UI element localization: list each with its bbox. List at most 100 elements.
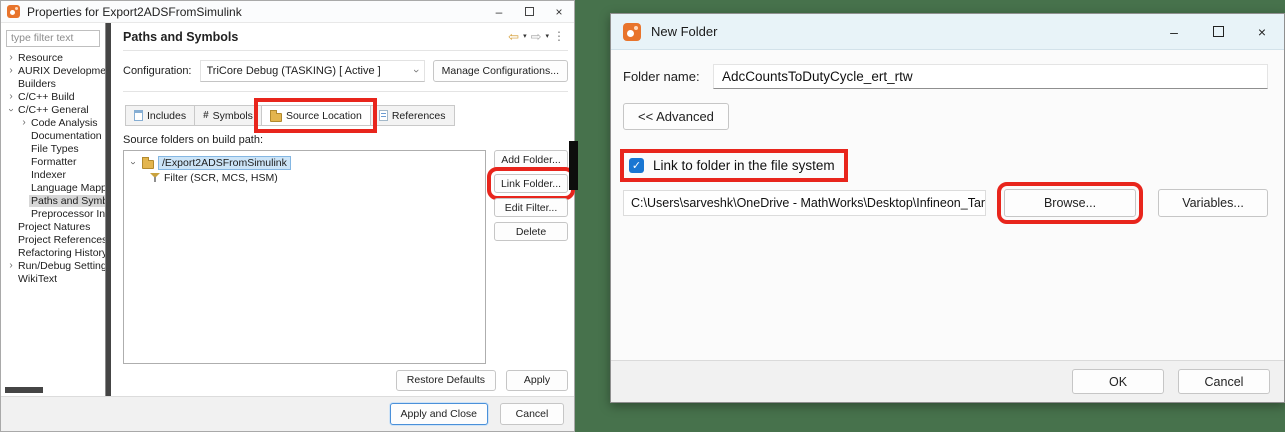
- folder-name-input[interactable]: [713, 64, 1268, 89]
- close-icon[interactable]: ×: [1240, 14, 1284, 49]
- cancel-button[interactable]: Cancel: [500, 403, 564, 425]
- maximize-icon[interactable]: [1196, 14, 1240, 49]
- tree-root-row[interactable]: /Export2ADSFromSimulink: [128, 155, 481, 170]
- browse-button[interactable]: Browse...: [1004, 189, 1136, 217]
- sidebar-item[interactable]: Project References: [6, 234, 105, 247]
- maximize-icon[interactable]: [514, 1, 544, 22]
- tab-label: Symbols: [213, 110, 253, 122]
- configuration-select[interactable]: TriCore Debug (TASKING) [ Active ] ›: [200, 60, 425, 82]
- advanced-toggle-button[interactable]: << Advanced: [623, 103, 729, 130]
- divider: [123, 91, 568, 92]
- properties-titlebar[interactable]: Properties for Export2ADSFromSimulink – …: [1, 1, 574, 23]
- tree-expanded-chevron-icon[interactable]: [128, 158, 138, 168]
- forward-icon[interactable]: ⇨: [531, 30, 542, 43]
- sidebar-item[interactable]: Builders: [6, 78, 105, 91]
- sidebar-item[interactable]: AURIX Development: [6, 65, 105, 78]
- properties-sidebar: Resource AURIX Development Builders: [1, 23, 105, 396]
- sidebar-item-label: Project Natures: [16, 221, 92, 233]
- tree-filter-row[interactable]: Filter (SCR, MCS, HSM): [128, 170, 481, 185]
- checkbox-checked-icon[interactable]: ✓: [629, 158, 644, 173]
- sidebar-item[interactable]: Preprocessor Inclu: [6, 208, 105, 221]
- source-folders-tree[interactable]: /Export2ADSFromSimulink Filter (SCR, MCS…: [123, 150, 486, 364]
- app-icon: [623, 23, 641, 41]
- symbols-tab-icon: #: [203, 110, 209, 121]
- filter-icon: [150, 172, 160, 183]
- paths-symbols-page: Paths and Symbols ⇦ ▾ ⇨ ▾ ⋮ Configuratio…: [111, 23, 574, 396]
- tree-chevron-icon: [6, 261, 16, 271]
- sidebar-item-label: File Types: [29, 143, 81, 155]
- close-icon[interactable]: ×: [544, 1, 574, 22]
- sidebar-item-label: Preprocessor Inclu: [29, 208, 105, 220]
- tree-chevron-icon: [6, 105, 16, 115]
- link-to-folder-label[interactable]: Link to folder in the file system: [653, 158, 835, 173]
- sidebar-item-label: WikiText: [16, 273, 59, 285]
- folder-name-label: Folder name:: [623, 69, 713, 84]
- folder-actions: Add Folder... Link Folder... Edit Filter…: [494, 150, 568, 364]
- sidebar-item-label: Refactoring History: [16, 247, 105, 259]
- view-menu-icon[interactable]: ⋮: [553, 30, 564, 43]
- tab-references[interactable]: References: [370, 105, 455, 126]
- delete-button[interactable]: Delete: [494, 222, 568, 241]
- tree-chevron-icon: [6, 53, 16, 63]
- sidebar-item-label: Formatter: [29, 156, 79, 168]
- sidebar-item[interactable]: Language Mappin: [6, 182, 105, 195]
- sidebar-item[interactable]: Documentation: [6, 130, 105, 143]
- ok-button[interactable]: OK: [1072, 369, 1164, 394]
- minimize-icon[interactable]: –: [484, 1, 514, 22]
- tab-bar: Includes # Symbols Source Location Refer…: [123, 96, 568, 126]
- sidebar-item[interactable]: Formatter: [6, 156, 105, 169]
- tree-chevron-icon: [6, 66, 16, 76]
- horizontal-scrollbar-thumb[interactable]: [5, 387, 43, 393]
- link-to-folder-row: ✓ Link to folder in the file system: [627, 156, 841, 175]
- folder-icon: [142, 160, 154, 169]
- edit-filter-button[interactable]: Edit Filter...: [494, 198, 568, 217]
- sidebar-item[interactable]: C/C++ Build: [6, 91, 105, 104]
- restore-defaults-button[interactable]: Restore Defaults: [396, 370, 496, 391]
- variables-button[interactable]: Variables...: [1158, 189, 1268, 217]
- tab-source-location[interactable]: Source Location: [261, 105, 370, 126]
- manage-configurations-button[interactable]: Manage Configurations...: [433, 60, 568, 82]
- sidebar-item[interactable]: Paths and Symbols: [6, 195, 105, 208]
- location-path-field[interactable]: C:\Users\sarveshk\OneDrive - MathWorks\D…: [623, 190, 986, 216]
- tab-symbols[interactable]: # Symbols: [194, 105, 261, 126]
- references-tab-icon: [379, 110, 388, 121]
- sidebar-item-label: Resource: [16, 52, 65, 64]
- sidebar-item[interactable]: WikiText: [6, 273, 105, 286]
- properties-dialog: Properties for Export2ADSFromSimulink – …: [0, 0, 575, 432]
- tree-filter-label[interactable]: Filter (SCR, MCS, HSM): [164, 172, 278, 184]
- filter-input[interactable]: [6, 30, 100, 47]
- screen-edge-artifact: [569, 141, 578, 190]
- apply-and-close-button[interactable]: Apply and Close: [390, 403, 488, 425]
- sidebar-item-label: Documentation: [29, 130, 104, 142]
- sidebar-item-label: Project References: [16, 234, 105, 246]
- dialog-button-bar: OK Cancel: [611, 360, 1284, 402]
- tab-includes[interactable]: Includes: [125, 105, 194, 126]
- sidebar-item[interactable]: C/C++ General: [6, 104, 105, 117]
- tab-label: Includes: [147, 110, 186, 122]
- sidebar-item-label: AURIX Development: [16, 65, 105, 77]
- tab-label: References: [392, 110, 446, 122]
- sidebar-item-label: C/C++ General: [16, 104, 91, 116]
- sidebar-item[interactable]: Resource: [6, 52, 105, 65]
- new-folder-titlebar[interactable]: New Folder – ×: [611, 14, 1284, 50]
- sidebar-item[interactable]: Refactoring History: [6, 247, 105, 260]
- apply-button[interactable]: Apply: [506, 370, 568, 391]
- sidebar-item[interactable]: Project Natures: [6, 221, 105, 234]
- forward-menu-caret-icon[interactable]: ▾: [545, 30, 549, 43]
- sidebar-item[interactable]: Indexer: [6, 169, 105, 182]
- sidebar-item[interactable]: Code Analysis: [6, 117, 105, 130]
- page-title: Paths and Symbols: [123, 30, 238, 44]
- configuration-value: TriCore Debug (TASKING) [ Active ]: [207, 65, 415, 77]
- sidebar-item-label: Language Mappin: [29, 182, 105, 194]
- tab-label: Source Location: [286, 110, 362, 122]
- sidebar-item[interactable]: Run/Debug Settings: [6, 260, 105, 273]
- back-menu-caret-icon[interactable]: ▾: [523, 30, 527, 43]
- sidebar-item[interactable]: File Types: [6, 143, 105, 156]
- add-folder-button[interactable]: Add Folder...: [494, 150, 568, 169]
- tree-root-label[interactable]: /Export2ADSFromSimulink: [158, 156, 291, 170]
- back-icon[interactable]: ⇦: [508, 30, 519, 43]
- link-folder-button[interactable]: Link Folder...: [494, 174, 568, 193]
- minimize-icon[interactable]: –: [1152, 14, 1196, 49]
- maximize-glyph: [525, 7, 534, 16]
- cancel-button[interactable]: Cancel: [1178, 369, 1270, 394]
